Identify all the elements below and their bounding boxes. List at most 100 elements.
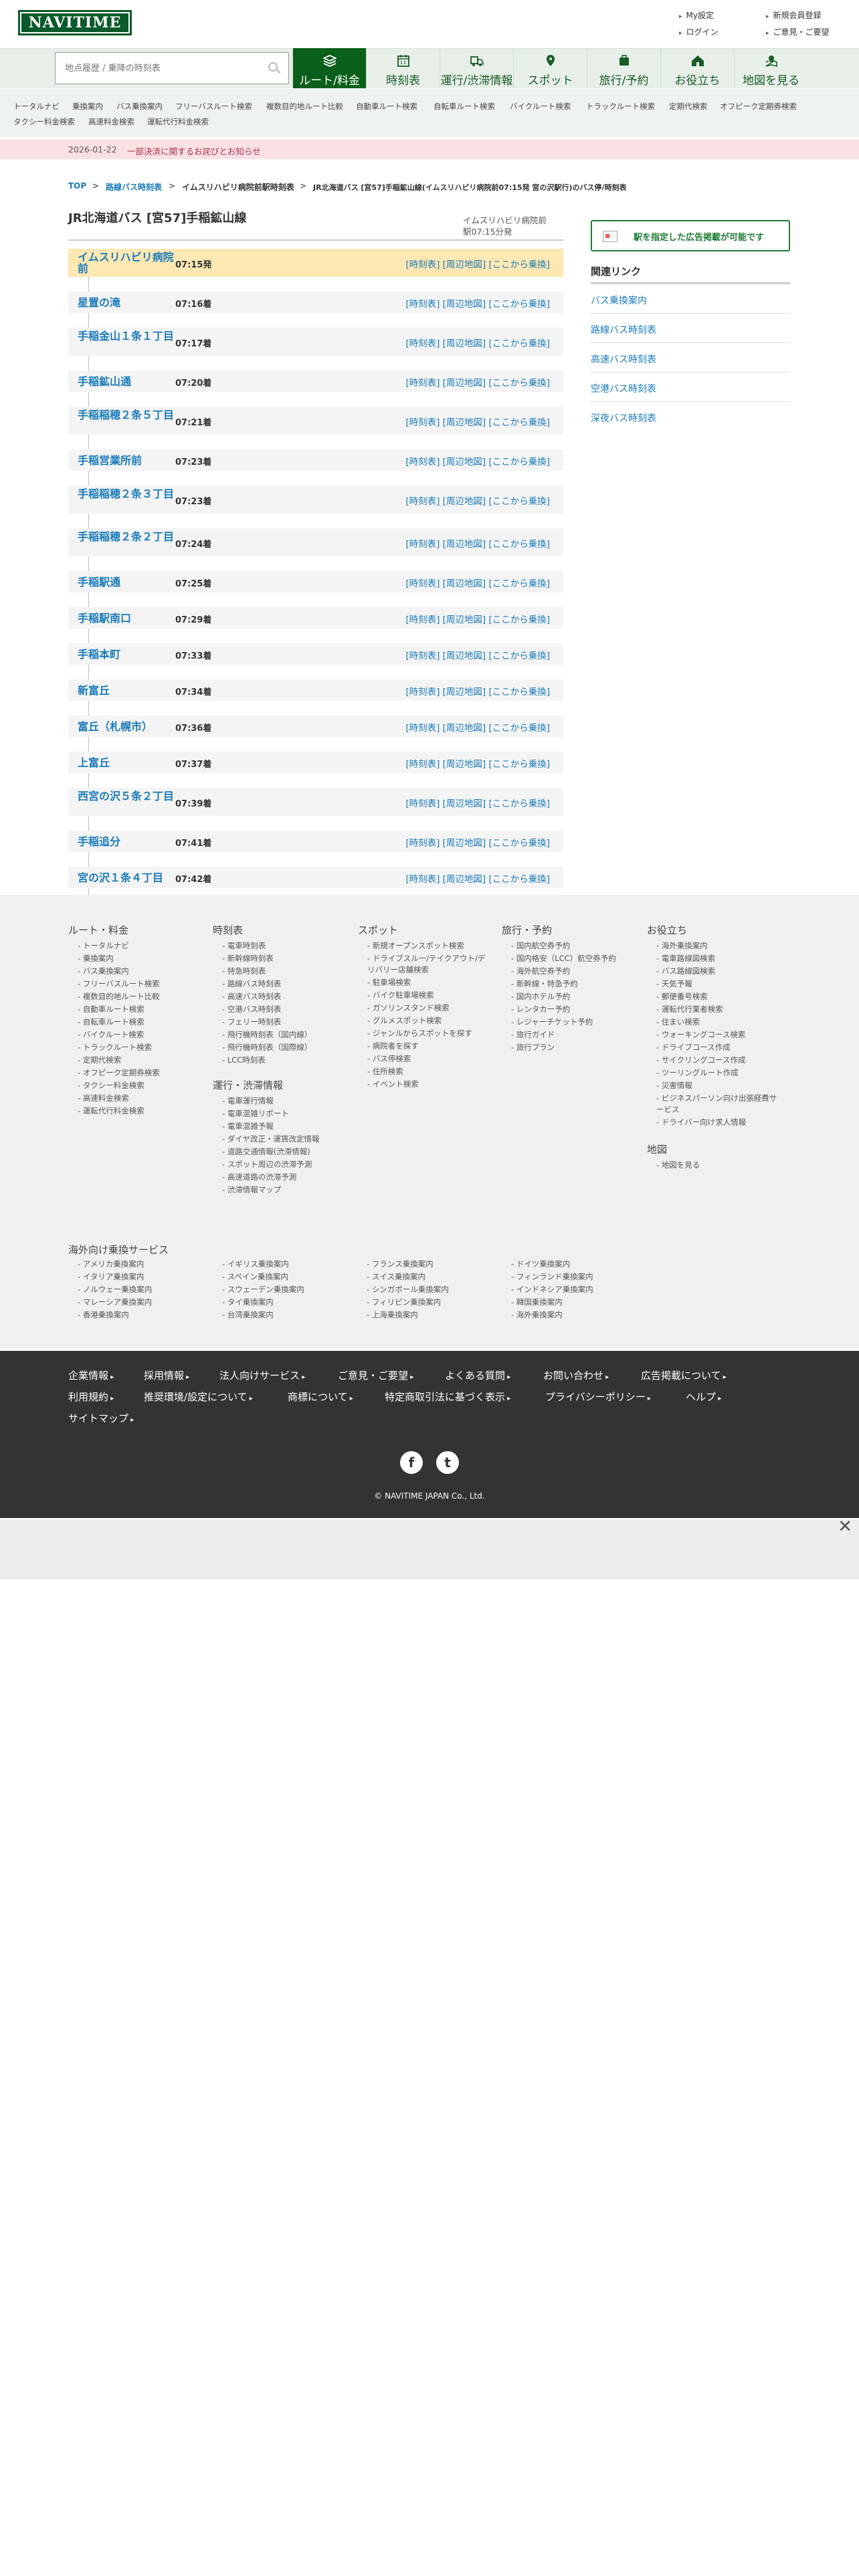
stop-name[interactable]: 西宮の沢５条２丁目 [78,790,178,802]
twitter-icon[interactable]: t [436,1451,459,1474]
footer-link[interactable]: 電車運行情報 [222,1095,274,1106]
stop-action-links[interactable]: [時刻表] [周辺地図] [ここから乗換] [405,336,550,349]
stop-name[interactable]: 手稲鉱山通 [78,376,178,387]
footer-link[interactable]: トータルナビ [78,940,129,951]
footer-link[interactable]: レジャーチケット予約 [511,1016,593,1027]
feedback-link[interactable]: ご意見・ご要望 [766,26,830,37]
footer-link[interactable]: 住所検索 [367,1066,403,1077]
footer-link[interactable]: 電車路線図検索 [656,953,716,964]
subnav-link[interactable]: 定期代検索 [669,101,708,112]
footer-link[interactable]: バス停検索 [367,1053,411,1064]
footer-link[interactable]: ウォーキングコース検索 [656,1029,746,1040]
stop-action-links[interactable]: [時刻表] [周辺地図] [ここから乗換] [405,796,550,809]
stop-action-links[interactable]: [時刻表] [周辺地図] [ここから乗換] [405,576,550,589]
overseas-link[interactable]: フィリピン乗換案内 [367,1297,441,1307]
footer-link[interactable]: 電車時刻表 [222,940,266,951]
related-link[interactable]: 空港バス時刻表 [591,372,790,402]
stop-name[interactable]: 宮の沢１条４丁目 [78,872,178,883]
footer-link[interactable]: 国内航空券予約 [511,940,571,951]
related-link[interactable]: 高速バス時刻表 [591,343,790,372]
footer-link[interactable]: 病院者を探す [367,1041,419,1051]
footer-link[interactable]: フリーバスルート検索 [78,978,160,989]
footer-link[interactable]: 高速料金検索 [78,1093,129,1103]
subnav-link[interactable]: 自動車ルート検索 [356,101,417,112]
footer-link[interactable]: 天気予報 [656,978,692,989]
tab-spot[interactable]: スポット [513,48,587,88]
stop-action-links[interactable]: [時刻表] [周辺地図] [ここから乗換] [405,835,550,849]
footer-link[interactable]: 路線バス時刻表 [222,978,282,989]
my-settings-link[interactable]: My設定 [679,9,714,21]
footer-link-ads[interactable]: 広告掲載について [641,1368,727,1382]
overseas-link[interactable]: シンガポール乗換案内 [367,1284,449,1295]
stop-name[interactable]: 星置の滝 [78,297,178,308]
login-link[interactable]: ログイン [679,26,719,37]
footer-link-business[interactable]: 法人向けサービス [219,1368,305,1382]
breadcrumb-top[interactable]: TOP [68,181,86,191]
footer-link[interactable]: 高速バス時刻表 [222,991,282,1002]
footer-link[interactable]: レンタカー予約 [511,1004,571,1014]
stop-action-links[interactable]: [時刻表] [周辺地図] [ここから乗換] [405,536,550,550]
footer-link[interactable]: 電車混雑リポート [222,1108,289,1119]
subnav-link[interactable]: 運転代行料金検索 [147,116,209,127]
footer-link[interactable]: 道路交通情報(渋滞情報) [222,1146,310,1157]
footer-link[interactable]: 高速道路の渋滞予測 [222,1172,297,1182]
footer-link[interactable]: グルメスポット検索 [367,1015,442,1026]
footer-link[interactable]: 海外乗換案内 [656,940,708,951]
tab-route[interactable]: ルート/料金 [292,48,366,88]
stop-name[interactable]: 手稲本町 [78,649,178,660]
overseas-link[interactable]: イタリア乗換案内 [78,1271,145,1282]
footer-link[interactable]: 複数目的地ルート比較 [78,991,160,1002]
overseas-link[interactable]: 海外乗換案内 [511,1309,563,1320]
footer-link[interactable]: ダイヤ改正・運賃改定情報 [222,1134,320,1144]
footer-link[interactable]: 自転車ルート検索 [78,1016,145,1027]
stop-name[interactable]: 手稲追分 [78,836,178,847]
footer-link[interactable]: 特急時刻表 [222,966,266,976]
footer-link-privacy[interactable]: プライバシーポリシー [545,1390,651,1404]
stop-name[interactable]: 手稲稲穂２条３丁目 [78,488,178,500]
footer-link-help[interactable]: ヘルプ [686,1390,721,1404]
footer-link[interactable]: ドライブコース作成 [656,1042,731,1053]
overseas-link[interactable]: スイス乗換案内 [367,1271,425,1282]
overseas-link[interactable]: ドイツ乗換案内 [511,1259,571,1269]
stop-name[interactable]: 上富丘 [78,757,178,768]
subnav-link[interactable]: 高速料金検索 [88,116,134,127]
footer-link[interactable]: サイクリングコース作成 [656,1055,746,1065]
stop-name[interactable]: 富丘（札幌市） [78,721,178,732]
footer-link[interactable]: 空港バス時刻表 [222,1004,282,1014]
tab-useful[interactable]: お役立ち [660,48,734,88]
footer-link-environment[interactable]: 推奨環境/設定について [144,1390,253,1404]
stop-name[interactable]: 手稲駅通 [78,576,178,588]
stop-name[interactable]: 手稲駅南口 [78,613,178,624]
overseas-link[interactable]: タイ乗換案内 [222,1297,274,1307]
overseas-link[interactable]: イギリス乗換案内 [222,1259,289,1269]
footer-link-sitemap[interactable]: サイトマップ [68,1411,134,1425]
subnav-link[interactable]: バス乗換案内 [116,101,163,112]
overseas-link[interactable]: インドネシア乗換案内 [511,1284,593,1295]
footer-link[interactable]: 渋滞情報マップ [222,1184,282,1195]
stop-action-links[interactable]: [時刻表] [周辺地図] [ここから乗換] [405,494,550,507]
footer-link[interactable]: 災害情報 [656,1080,692,1091]
overseas-link[interactable]: ノルウェー乗換案内 [78,1284,153,1295]
overseas-link[interactable]: 台湾乗換案内 [222,1309,274,1320]
footer-link[interactable]: 国内ホテル予約 [511,991,571,1002]
facebook-icon[interactable]: f [400,1451,423,1474]
footer-link[interactable]: 旅行プラン [511,1042,555,1053]
related-link[interactable]: 深夜バス時刻表 [591,402,790,431]
footer-link[interactable]: 電車混雑予報 [222,1121,274,1132]
subnav-link[interactable]: フリーバスルート検索 [175,101,252,112]
footer-link-contact[interactable]: お問い合わせ [543,1368,609,1382]
subnav-link[interactable]: トータルナビ [13,101,60,112]
subnav-link[interactable]: 乗換案内 [72,101,103,112]
overseas-link[interactable]: 韓国乗換案内 [511,1297,563,1307]
stop-name[interactable]: 手稲稲穂２条５丁目 [78,409,178,421]
close-icon[interactable]: ✕ [838,1517,852,1537]
footer-link[interactable]: 郵便番号検索 [656,991,708,1002]
stop-action-links[interactable]: [時刻表] [周辺地図] [ここから乗換] [405,684,550,697]
ad-placement-button[interactable]: 駅を指定した広告掲載が可能です [591,220,790,251]
subnav-link[interactable]: オフピーク定期券検索 [720,101,797,112]
tab-map[interactable]: 地図を見る [734,48,807,88]
footer-link[interactable]: 海外航空券予約 [511,966,571,976]
stop-action-links[interactable]: [時刻表] [周辺地図] [ここから乗換] [405,415,550,428]
footer-link[interactable]: バス乗換案内 [78,966,129,976]
footer-link-faq[interactable]: よくある質問 [445,1368,510,1382]
